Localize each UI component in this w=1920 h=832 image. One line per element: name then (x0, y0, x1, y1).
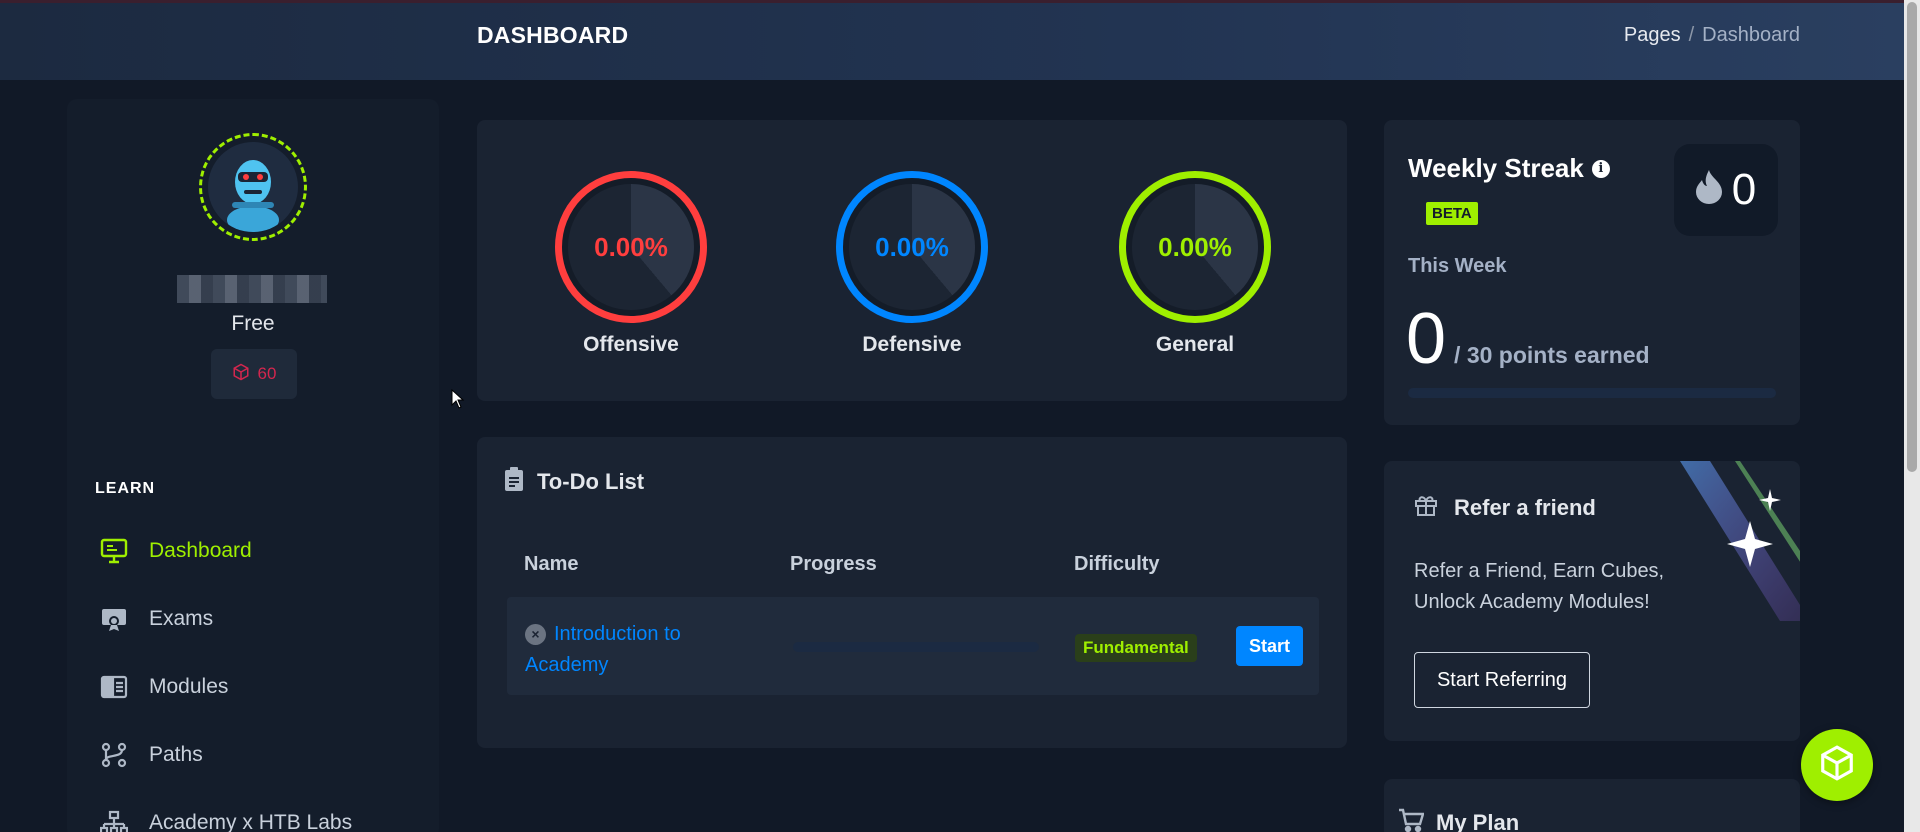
learn-section-label: LEARN (95, 480, 156, 497)
refer-title: Refer a friend (1414, 493, 1596, 523)
plan-title-text: My Plan (1436, 810, 1520, 832)
todo-title: To-Do List (537, 469, 645, 494)
info-icon[interactable]: i (1591, 159, 1610, 178)
stat-value: 0.00% (875, 231, 949, 262)
beta-badge: BETA (1426, 202, 1478, 225)
cart-icon (1398, 808, 1425, 832)
column-header-name: Name (524, 553, 579, 575)
sidebar-item-academy-htb-labs[interactable]: Academy x HTB Labs (99, 803, 419, 832)
breadcrumb-pages-link[interactable]: Pages (1624, 24, 1681, 46)
streak-title-text: Weekly Streak (1408, 153, 1584, 183)
sidebar-item-label: Modules (149, 675, 229, 698)
refer-friend-card: Refer a friend Refer a Friend, Earn Cube… (1384, 461, 1800, 741)
module-name[interactable]: Introduction to Academy (525, 623, 681, 676)
my-plan-card: My Plan (1384, 779, 1800, 832)
sidebar: Free 60 LEARN Dashboard Exams Modules Pa… (67, 99, 439, 832)
stat-general: 0.00% General (1119, 171, 1271, 357)
cubes-count: 60 (257, 364, 277, 383)
start-button[interactable]: Start (1236, 626, 1303, 666)
points-value: 0 (1406, 299, 1447, 379)
book-icon (99, 672, 129, 702)
weekly-streak-card: Weekly Streak i BETA 0 This Week 0 / 30 … (1384, 120, 1800, 425)
clipboard-icon (505, 467, 523, 497)
sidebar-item-paths[interactable]: Paths (99, 735, 419, 775)
sidebar-item-modules[interactable]: Modules (99, 667, 419, 707)
weekly-progress-bar (1408, 388, 1776, 398)
refer-description: Refer a Friend, Earn Cubes, Unlock Acade… (1414, 560, 1665, 613)
streak-count-value: 0 (1731, 165, 1757, 214)
sidebar-item-label: Paths (149, 743, 203, 766)
certificate-icon (99, 604, 129, 634)
points-suffix: / 30 points earned (1454, 342, 1650, 368)
this-week-label: This Week (1408, 255, 1507, 277)
cube-fab-button[interactable] (1801, 729, 1873, 801)
difficulty-badge: Fundamental (1075, 634, 1197, 662)
sidebar-item-exams[interactable]: Exams (99, 599, 419, 639)
sidebar-item-label: Exams (149, 607, 214, 630)
streak-count: 0 (1674, 144, 1778, 236)
table-row: × Introduction to Academy Fundamental Sta… (507, 597, 1319, 695)
todo-header: To-Do List (505, 467, 644, 497)
progress-stats-card: 0.00% Offensive 0.00% Defensive 0.00% Ge… (477, 120, 1347, 401)
mouse-cursor-icon (451, 388, 465, 414)
username-redacted (177, 275, 327, 303)
module-link[interactable]: × Introduction to Academy (525, 619, 725, 681)
todo-card: To-Do List Name Progress Difficulty × Int… (477, 437, 1347, 748)
stat-value: 0.00% (1158, 231, 1232, 262)
stat-defensive: 0.00% Defensive (836, 171, 988, 357)
stat-label: Defensive (862, 333, 962, 356)
cube-icon (232, 363, 250, 386)
sidebar-item-label: Dashboard (149, 539, 252, 562)
top-bar: DASHBOARD Pages / Dashboard (0, 0, 1904, 80)
path-icon (99, 740, 129, 770)
defensive-ring: 0.00% (836, 171, 988, 323)
weekly-points: 0 / 30 points earned (1406, 298, 1650, 380)
stat-offensive: 0.00% Offensive (555, 171, 707, 357)
network-icon (99, 808, 129, 832)
start-referring-button[interactable]: Start Referring (1414, 652, 1590, 708)
robot-avatar-icon (208, 142, 298, 232)
stat-value: 0.00% (594, 231, 668, 262)
refer-title-text: Refer a friend (1454, 495, 1596, 520)
gift-icon (1414, 493, 1438, 523)
streak-title: Weekly Streak i (1408, 153, 1610, 184)
cube-icon (1818, 744, 1856, 787)
general-ring: 0.00% (1119, 171, 1271, 323)
column-header-progress: Progress (790, 553, 877, 575)
cubes-badge[interactable]: 60 (211, 349, 297, 399)
plan-label: Free (231, 312, 275, 335)
plan-title: My Plan (1398, 808, 1519, 832)
column-header-difficulty: Difficulty (1074, 553, 1160, 575)
stat-label: General (1155, 333, 1235, 356)
monitor-icon (99, 536, 129, 566)
stat-label: Offensive (583, 333, 679, 356)
avatar[interactable] (199, 133, 307, 241)
breadcrumb-current: Dashboard (1702, 24, 1800, 46)
offensive-ring: 0.00% (555, 171, 707, 323)
breadcrumb: Pages / Dashboard (1624, 24, 1800, 47)
page-scrollbar[interactable] (1904, 0, 1920, 832)
sidebar-item-label: Academy x HTB Labs (149, 811, 353, 832)
module-progress-bar (793, 642, 1039, 652)
sidebar-item-dashboard[interactable]: Dashboard (99, 531, 419, 571)
scrollbar-thumb[interactable] (1907, 2, 1917, 472)
page-title: DASHBOARD (477, 22, 629, 48)
breadcrumb-separator: / (1688, 24, 1695, 46)
remove-icon[interactable]: × (525, 624, 546, 645)
flame-icon (1695, 165, 1722, 215)
